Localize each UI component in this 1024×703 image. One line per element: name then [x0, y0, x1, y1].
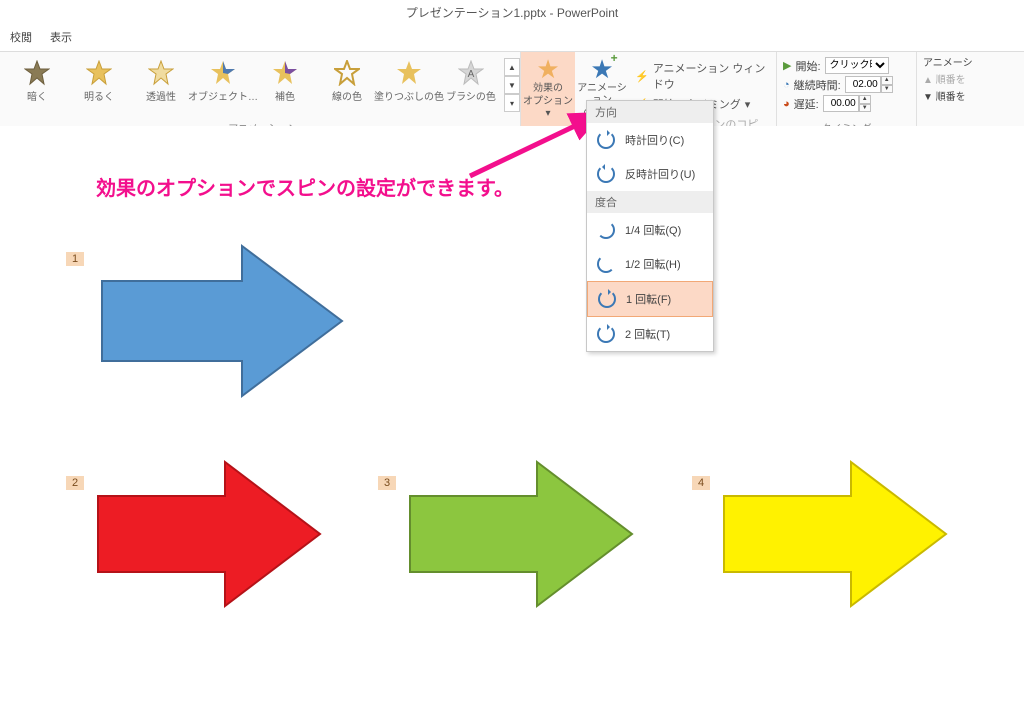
- star-icon: [24, 60, 50, 86]
- menu-item-clockwise[interactable]: 時計回り(C): [587, 123, 713, 157]
- annotation-text: 効果のオプションでスピンの設定ができます。: [96, 172, 514, 201]
- group-animation-gallery: 暗く 明るく 透過性 オブジェクト… 補色: [0, 52, 521, 137]
- timing-start-select[interactable]: クリック時: [825, 57, 889, 74]
- menu-item-full-spin[interactable]: 1 回転(F): [587, 281, 713, 317]
- half-spin-icon: [597, 255, 615, 273]
- gallery-label: 塗りつぶしの色: [374, 88, 444, 103]
- star-icon: [396, 60, 422, 86]
- star-icon: [334, 60, 360, 86]
- gallery-item-brush-color[interactable]: A ブラシの色: [440, 58, 502, 112]
- counter-clockwise-icon: [597, 165, 615, 183]
- star-icon: [148, 60, 174, 86]
- gallery-expand[interactable]: ▾: [504, 94, 520, 112]
- spin-up[interactable]: ▲: [881, 76, 893, 85]
- star-icon: [210, 60, 236, 86]
- delay-input[interactable]: [823, 95, 859, 112]
- button-label-line: オプション ▾: [523, 96, 573, 120]
- group-reorder: アニメーシ ▲ 順番を ▼ 順番を: [917, 52, 973, 137]
- slide-shape-arrow-2[interactable]: [90, 454, 330, 614]
- clock-icon: ◔: [783, 79, 790, 91]
- star-plus-icon: ★+: [590, 56, 613, 82]
- double-spin-icon: [597, 325, 615, 343]
- star-icon: ★: [536, 56, 559, 82]
- group-timing: ▶ 開始: クリック時 ◔ 継続時間: ▲▼ ◕ 遅延: ▲▼ タイミング: [777, 52, 917, 137]
- gallery-label: 暗く: [27, 88, 47, 103]
- animation-tag[interactable]: 1: [66, 252, 84, 266]
- menu-item-quarter-spin[interactable]: 1/4 回転(Q): [587, 213, 713, 247]
- reorder-header: アニメーシ: [923, 54, 973, 69]
- timing-duration-row: ◔ 継続時間: ▲▼: [783, 75, 910, 94]
- timing-delay-spin[interactable]: ▲▼: [823, 95, 871, 112]
- slide-shape-arrow-1[interactable]: [92, 236, 352, 406]
- gallery-label: オブジェクト…: [188, 88, 258, 103]
- full-spin-icon: [598, 290, 616, 308]
- clockwise-icon: [597, 131, 615, 149]
- gallery-item-line-color[interactable]: 線の色: [316, 58, 378, 112]
- gallery-label: ブラシの色: [446, 88, 496, 103]
- spin-down[interactable]: ▼: [859, 104, 871, 113]
- animation-gallery: 暗く 明るく 透過性 オブジェクト… 補色: [6, 54, 502, 112]
- gallery-item-lighten[interactable]: 明るく: [68, 58, 130, 112]
- gallery-item-transparency[interactable]: 透過性: [130, 58, 192, 112]
- star-icon: [272, 60, 298, 86]
- menu-item-double-spin[interactable]: 2 回転(T): [587, 317, 713, 351]
- gallery-scroll-down[interactable]: ▼: [504, 76, 520, 94]
- clock-icon: ◕: [783, 98, 790, 110]
- timing-duration-label: 継続時間:: [794, 77, 841, 93]
- gallery-label: 線の色: [332, 88, 362, 103]
- slide-shape-arrow-3[interactable]: [402, 454, 642, 614]
- menu-section-direction: 方向: [587, 101, 713, 123]
- gallery-label: 明るく: [84, 88, 114, 103]
- gallery-item-object-color[interactable]: オブジェクト…: [192, 58, 254, 112]
- gallery-label: 透過性: [146, 88, 176, 103]
- gallery-scroll-spinner: ▲ ▼ ▾: [504, 58, 520, 112]
- slide-shape-arrow-4[interactable]: [716, 454, 956, 614]
- window-title: プレゼンテーション1.pptx - PowerPoint: [0, 0, 1024, 23]
- gallery-item-complementary[interactable]: 補色: [254, 58, 316, 112]
- svg-text:A: A: [468, 69, 475, 80]
- animation-tag[interactable]: 3: [378, 476, 396, 490]
- timing-delay-row: ◕ 遅延: ▲▼: [783, 94, 910, 113]
- spin-down[interactable]: ▼: [881, 85, 893, 94]
- button-label-line: 効果の: [533, 83, 563, 95]
- tab-review[interactable]: 校閲: [10, 25, 32, 51]
- spin-up[interactable]: ▲: [859, 95, 871, 104]
- star-icon: [86, 60, 112, 86]
- menu-item-half-spin[interactable]: 1/2 回転(H): [587, 247, 713, 281]
- menu-item-counter-clockwise[interactable]: 反時計回り(U): [587, 157, 713, 191]
- timing-start-row: ▶ 開始: クリック時: [783, 56, 910, 75]
- gallery-item-darken[interactable]: 暗く: [6, 58, 68, 112]
- play-icon: ▶: [783, 59, 791, 72]
- star-icon: A: [458, 60, 484, 86]
- quarter-spin-icon: [597, 221, 615, 239]
- duration-input[interactable]: [845, 76, 881, 93]
- timing-duration-spin[interactable]: ▲▼: [845, 76, 893, 93]
- menu-section-amount: 度合: [587, 191, 713, 213]
- reorder-later[interactable]: ▼ 順番を: [923, 88, 973, 103]
- effect-options-button[interactable]: ★ 効果の オプション ▾: [521, 52, 575, 137]
- gallery-item-fill-color[interactable]: 塗りつぶしの色: [378, 58, 440, 112]
- slide-canvas: 効果のオプションでスピンの設定ができます。 1 2 3 4: [0, 126, 1024, 703]
- effect-options-menu: 方向 時計回り(C) 反時計回り(U) 度合 1/4 回転(Q) 1/2 回転(…: [586, 100, 714, 352]
- animation-tag[interactable]: 4: [692, 476, 710, 490]
- reorder-earlier[interactable]: ▲ 順番を: [923, 71, 973, 86]
- animation-pane-button[interactable]: ⚡アニメーション ウィンドウ: [635, 58, 770, 94]
- lightning-icon: ⚡: [635, 70, 649, 83]
- animation-tag[interactable]: 2: [66, 476, 84, 490]
- timing-start-label: 開始:: [795, 58, 820, 74]
- gallery-scroll-up[interactable]: ▲: [504, 58, 520, 76]
- ribbon-tabs: 校閲 表示: [0, 23, 1024, 52]
- gallery-label: 補色: [275, 88, 295, 103]
- timing-delay-label: 遅延:: [794, 96, 819, 112]
- tab-view[interactable]: 表示: [50, 25, 72, 51]
